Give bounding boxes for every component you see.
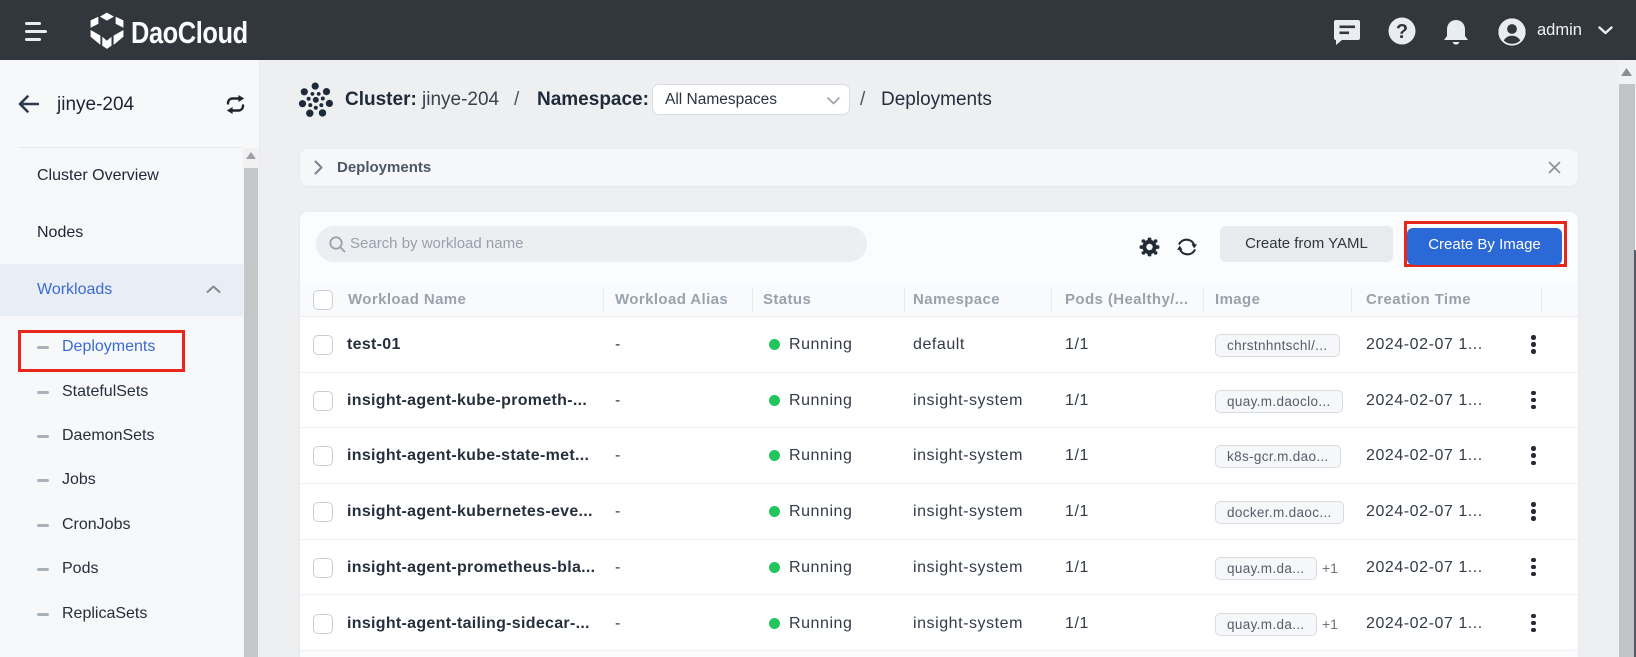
svg-text:?: ? (1396, 21, 1408, 43)
